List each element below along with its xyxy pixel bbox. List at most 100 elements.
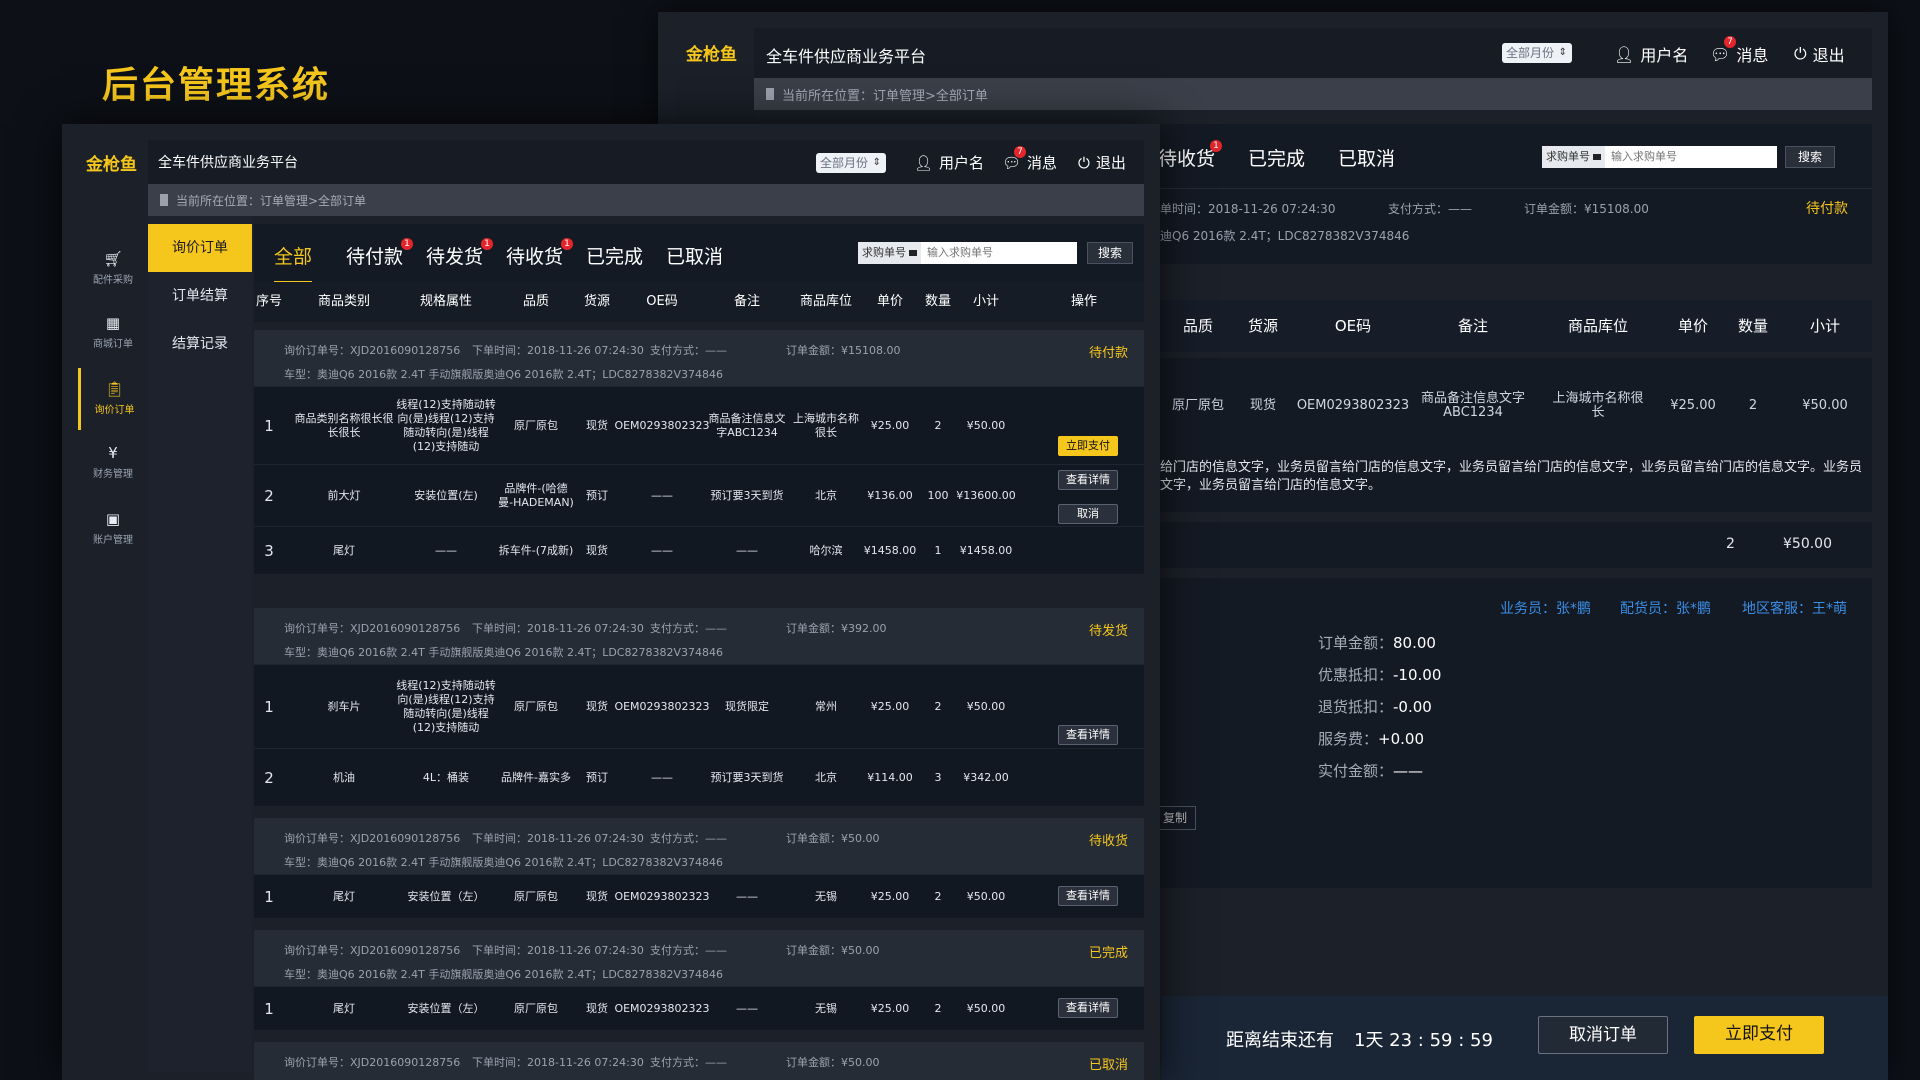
summary-service-fee: 服务费：+0.00 [1318,730,1424,748]
cell: 预订要3天到货 [710,771,784,784]
cell: 现货 [586,890,608,903]
cell: 商品类别名称很长很长很长 [294,412,394,439]
cell: —— [651,489,673,502]
tab-pending-payment[interactable]: 待付款 1 [346,238,414,269]
cell: —— [736,544,758,557]
clipboard-icon: 📋︎ [104,380,125,398]
pay-now-button[interactable]: 立即支付 [1694,1016,1824,1054]
nav-parts-purchase[interactable]: 🛒︎ 配件采购 [78,250,148,286]
table-row: 1 商品类别名称很长很长很长 线程(12)支持随动转向(是)线程(12)支持随动转向… [254,386,1144,464]
tab-all[interactable]: 全部 [274,242,313,283]
detail-search: 求购单号 搜索 [1542,146,1835,168]
cell: 100 [927,489,949,502]
tab-pending-shipment[interactable]: 待发货 1 [426,238,494,269]
breadcrumb: 当前所在位置：订单管理>全部订单 [148,184,1144,216]
dispatcher-link[interactable]: 配货员：张*鹏 [1620,598,1711,618]
cell: 现货 [586,1002,608,1015]
logo[interactable]: 金枪鱼 [686,40,737,65]
id-card-icon: ▣ [105,510,121,528]
order-time: 下单时间：2018-11-26 07:24:30 [472,344,644,357]
message-badge: 7 [1014,146,1026,158]
view-details-button[interactable]: 查看详情 [1058,725,1118,745]
view-details-button[interactable]: 查看详情 [1058,470,1118,490]
detail-tab-pending-receipt[interactable]: 待收货 1 [1158,140,1222,171]
detail-tab-cancelled[interactable]: 已取消 [1338,144,1395,171]
summary-order-amount: 订单金额：80.00 [1318,634,1436,652]
pay-now-button[interactable]: 立即支付 [1058,436,1118,456]
order-amount: 订单金额：¥50.00 [786,1056,880,1069]
submenu-inquiry-orders[interactable]: 询价订单 [148,224,252,272]
cell: 线程(12)支持随动转向(是)线程(12)支持随动转向(是)线程(12)支持随动 [396,398,496,453]
messages-button[interactable]: 💬︎ 消息 7 [1710,36,1768,66]
detail-tab-completed[interactable]: 已完成 [1248,144,1305,171]
cell: 品牌件-嘉实多 [501,771,571,784]
pay-method: 支付方式：—— [650,832,727,845]
cancel-button[interactable]: 取消 [1058,504,1118,524]
cell: 安装位置(左) [414,489,478,502]
detail-search-input[interactable] [1605,146,1777,168]
cell: 尾灯 [333,890,355,903]
cell: 1 [934,544,942,557]
cell: 机油 [333,771,355,784]
month-select[interactable]: 全部月份 ⇕ [1502,43,1573,63]
user-menu[interactable]: 👤︎ 用户名 [1614,42,1688,66]
breadcrumb: 当前所在位置：订单管理>全部订单 [754,78,1872,110]
cell: 安装位置（左） [407,890,485,903]
order-card: 询价订单号：XJD2016090128756 下单时间：2018-11-26 07… [254,1042,1144,1080]
cell: 3 [934,771,942,784]
cell: —— [651,771,673,784]
cell: 预订要3天到货 [710,489,784,502]
cell: 原厂原包 [514,890,558,903]
cell: 上海城市名称很长 [793,412,859,439]
month-select[interactable]: 全部月份 ⇕ [816,153,887,173]
cell: 北京 [815,771,837,784]
car-info: 车型：奥迪Q6 2016款 2.4T 手动旗舰版奥迪Q6 2016款 2.4T；… [284,646,723,659]
order-search-button[interactable]: 搜索 [1087,242,1133,264]
cancel-order-button[interactable]: 取消订单 [1538,1016,1668,1054]
summary-discount: 优惠抵扣：-10.00 [1318,666,1442,684]
submenu-settlement-records[interactable]: 结算记录 [148,320,252,368]
tab-completed[interactable]: 已完成 [586,242,643,269]
logout-button[interactable]: ⏻ 退出 [1078,152,1126,173]
salesperson-link[interactable]: 业务员：张*鹏 [1500,598,1591,618]
countdown-timer: 1天 23 : 59 : 59 [1354,1030,1493,1051]
submenu-settlement[interactable]: 订单结算 [148,272,252,320]
car-info: 车型：奥迪Q6 2016款 2.4T 手动旗舰版奥迪Q6 2016款 2.4T；… [284,368,723,381]
tab-pending-receipt[interactable]: 待收货 1 [506,238,574,269]
detail-search-button[interactable]: 搜索 [1785,146,1835,168]
view-details-button[interactable]: 查看详情 [1058,886,1118,906]
order-number: 询价订单号：XJD2016090128756 [284,944,461,957]
view-details-button[interactable]: 查看详情 [1058,998,1118,1018]
tab-cancelled[interactable]: 已取消 [666,242,723,269]
table-row: 2 前大灯 安装位置(左) 品牌件-(哈德曼-HADEMAN) 预订 —— 预订要3天到货 北… [254,464,1144,526]
caret-icon: ⇕ [1558,47,1568,58]
submenu: 询价订单 订单结算 结算记录 [148,216,252,1072]
order-number: 询价订单号：XJD2016090128756 [284,344,461,357]
breadcrumb-marker [766,88,774,100]
nav-finance[interactable]: ¥ 财务管理 [78,444,148,480]
service-link[interactable]: 地区客服：王*萌 [1742,598,1847,618]
order-time: 下单时间：2018-11-26 07:24:30 [472,622,644,635]
pay-method: 支付方式：—— [650,344,727,357]
car-info: 车型：奥迪Q6 2016款 2.4T 手动旗舰版奥迪Q6 2016款 2.4T；… [284,856,723,869]
messages-button[interactable]: 💬︎ 消息 7 [1002,146,1057,173]
order-status: 待发货 [1088,624,1128,639]
cell: 尾灯 [333,544,355,557]
nav-account[interactable]: ▣ 账户管理 [78,510,148,546]
cell: 原厂原包 [514,1002,558,1015]
search-type-select[interactable]: 求购单号 [858,242,921,264]
cell: ¥50.00 [966,1002,1006,1015]
nav-inquiry-orders[interactable]: 📋︎ 询价订单 [78,368,148,430]
order-search-input[interactable] [921,242,1077,264]
table-row: 3 尾灯 —— 拆车件-(7成新) 现货 —— —— 哈尔滨 ¥1458.00 1 ¥1458.00 [254,526,1144,574]
order-header: 询价订单号：XJD2016090128756 下单时间：2018-11-26 07… [254,608,1144,664]
cell: 2 [264,487,274,505]
logout-button[interactable]: ⏻ 退出 [1794,42,1845,66]
cell: 原厂原包 [514,700,558,713]
caret-icon: ⇕ [872,157,882,168]
search-type-select[interactable]: 求购单号 [1542,146,1605,168]
user-menu[interactable]: 👤︎ 用户名 [914,152,984,173]
nav-mall-orders[interactable]: ▦ 商城订单 [78,314,148,350]
logo[interactable]: 金枪鱼 [86,150,137,175]
user-icon: 👤︎ [1614,44,1635,64]
